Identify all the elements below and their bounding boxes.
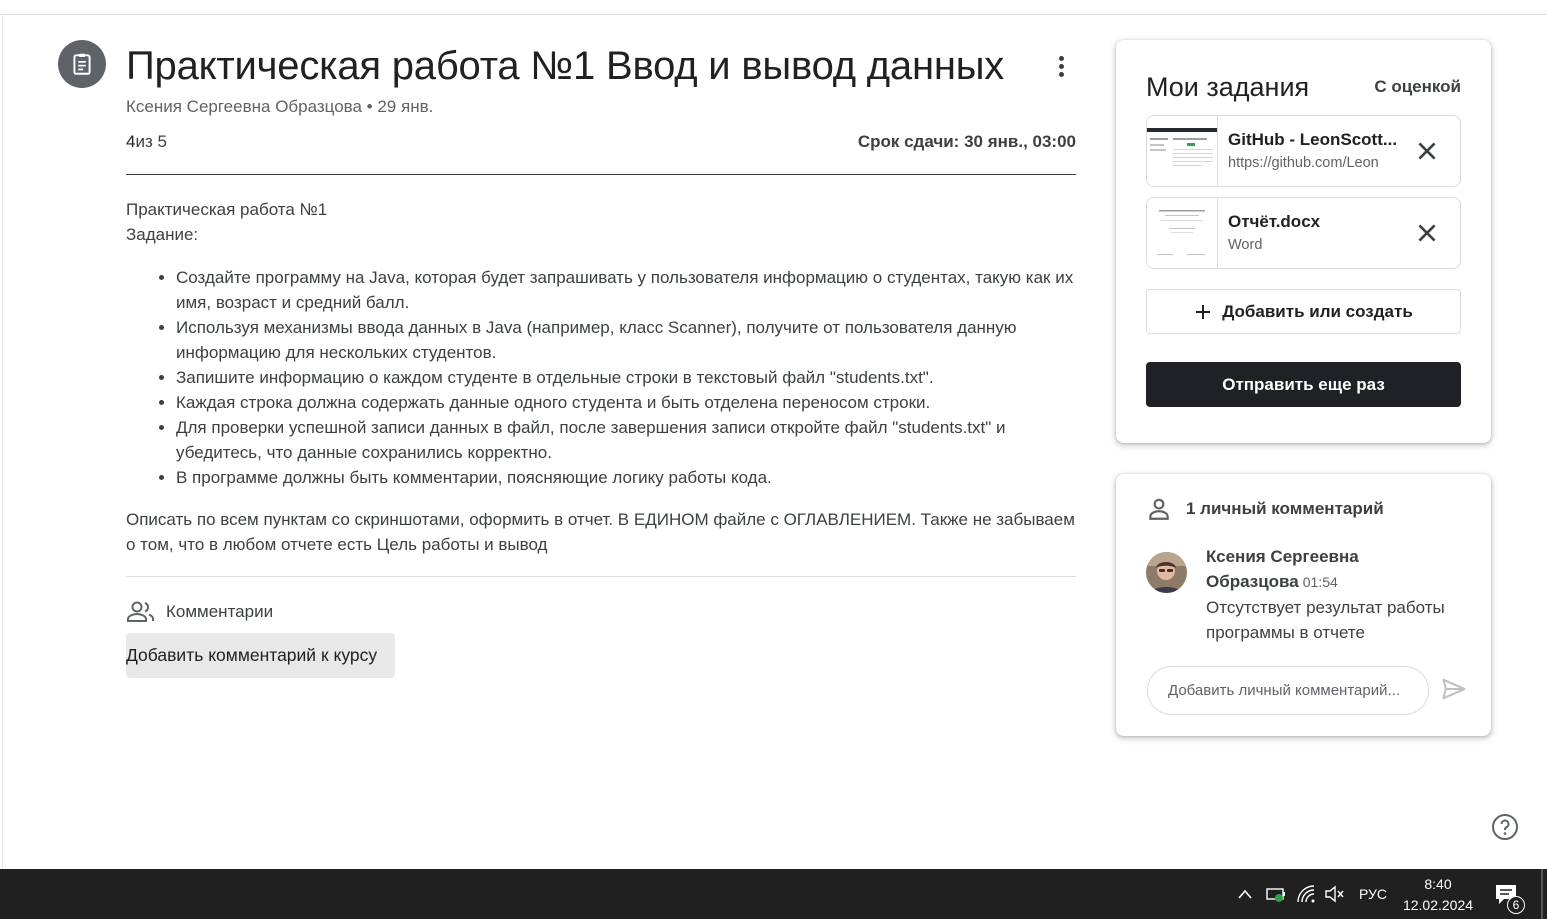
comment-time: 01:54: [1302, 574, 1338, 590]
clipboard-icon: [73, 53, 91, 75]
wifi-icon[interactable]: [1296, 883, 1316, 905]
volume-muted-icon[interactable]: [1323, 883, 1345, 905]
attachment-title: GitHub - LeonScott...: [1228, 130, 1398, 149]
private-comment-input[interactable]: [1147, 666, 1429, 715]
grade-points: 4из 5: [126, 132, 167, 152]
task-list: Создайте программу на Java, которая буде…: [126, 265, 1076, 490]
more-options-icon[interactable]: [1046, 48, 1076, 84]
list-item: Для проверки успешной записи данных в фа…: [176, 415, 1076, 465]
private-comments-card: 1 личный комментарий Ксения Сергеевна Об…: [1116, 474, 1491, 736]
due-date: Срок сдачи: 30 янв., 03:00: [857, 132, 1076, 151]
attachment-type: Word: [1228, 237, 1263, 253]
attachment-title: Отчёт.docx: [1228, 212, 1321, 231]
my-work-title: Мои задания: [1146, 72, 1310, 102]
assignment-icon: [58, 40, 106, 88]
top-divider: [0, 14, 1547, 15]
battery-icon[interactable]: [1265, 883, 1287, 905]
clock[interactable]: 8:40 12.02.2024: [1402, 874, 1474, 916]
clock-time: 8:40: [1424, 876, 1452, 892]
person-icon: [1149, 498, 1169, 520]
people-icon: [127, 601, 154, 622]
avatar: [1146, 552, 1187, 593]
language-indicator[interactable]: РУС: [1359, 886, 1387, 902]
show-desktop-edge[interactable]: [1541, 869, 1543, 919]
work-status: С оценкой: [1374, 77, 1461, 96]
attachment-github[interactable]: GitHub - LeonScott... https://github.com…: [1146, 115, 1461, 187]
list-item: В программе должны быть комментарии, поя…: [176, 465, 1076, 490]
class-comments-label: Комментарии: [166, 602, 274, 621]
attachment-thumbnail: [1147, 198, 1218, 268]
close-icon[interactable]: [1414, 138, 1440, 164]
add-or-create-button[interactable]: Добавить или создать: [1146, 289, 1461, 334]
assignment-meta: Ксения Сергеевна Образцова • 29 янв.: [126, 97, 434, 116]
description-line: Практическая работа №1: [126, 200, 328, 219]
header-divider: [126, 174, 1076, 175]
close-icon[interactable]: [1414, 220, 1440, 246]
attachment-url: https://github.com/Leon: [1228, 155, 1379, 171]
list-item: Запишите информацию о каждом студенте в …: [176, 365, 1076, 390]
grade-max: из 5: [135, 132, 167, 151]
send-icon[interactable]: [1439, 675, 1469, 703]
comment-author: Ксения Сергеевна Образцова 01:54: [1206, 544, 1456, 595]
page-title: Практическая работа №1 Ввод и вывод данн…: [126, 44, 1005, 88]
attachment-report[interactable]: Отчёт.docx Word: [1146, 197, 1461, 269]
private-comments-header: 1 личный комментарий: [1146, 496, 1384, 522]
description-footer: Описать по всем пунктам со скриншотами, …: [126, 510, 1075, 554]
assignment-description: Практическая работа №1 Задание: Создайте…: [126, 197, 1076, 557]
clock-date: 12.02.2024: [1402, 897, 1474, 913]
chevron-up-icon[interactable]: [1236, 883, 1254, 905]
resubmit-button[interactable]: Отправить еще раз: [1146, 362, 1461, 407]
my-work-card: Мои задания С оценкой GitHub - LeonScott…: [1116, 40, 1491, 443]
class-comments-header: Комментарии: [126, 600, 273, 624]
list-item: Используя механизмы ввода данных в Java …: [176, 315, 1076, 365]
help-icon[interactable]: [1491, 813, 1519, 841]
taskbar: РУС 8:40 12.02.2024: [0, 869, 1547, 919]
add-class-comment-button[interactable]: Добавить комментарий к курсу: [126, 633, 395, 678]
add-or-create-label: Добавить или создать: [1222, 301, 1413, 321]
left-divider: [2, 14, 3, 869]
notification-badge: 6: [1507, 896, 1525, 914]
description-divider: [126, 576, 1076, 577]
description-line: Задание:: [126, 225, 199, 244]
comment-text: Отсутствует результат работы программы в…: [1206, 598, 1445, 642]
list-item: Создайте программу на Java, которая буде…: [176, 265, 1076, 315]
attachment-thumbnail: [1147, 116, 1218, 186]
private-comments-count: 1 личный комментарий: [1186, 499, 1384, 518]
list-item: Каждая строка должна содержать данные од…: [176, 390, 1076, 415]
plus-icon: [1196, 304, 1211, 319]
